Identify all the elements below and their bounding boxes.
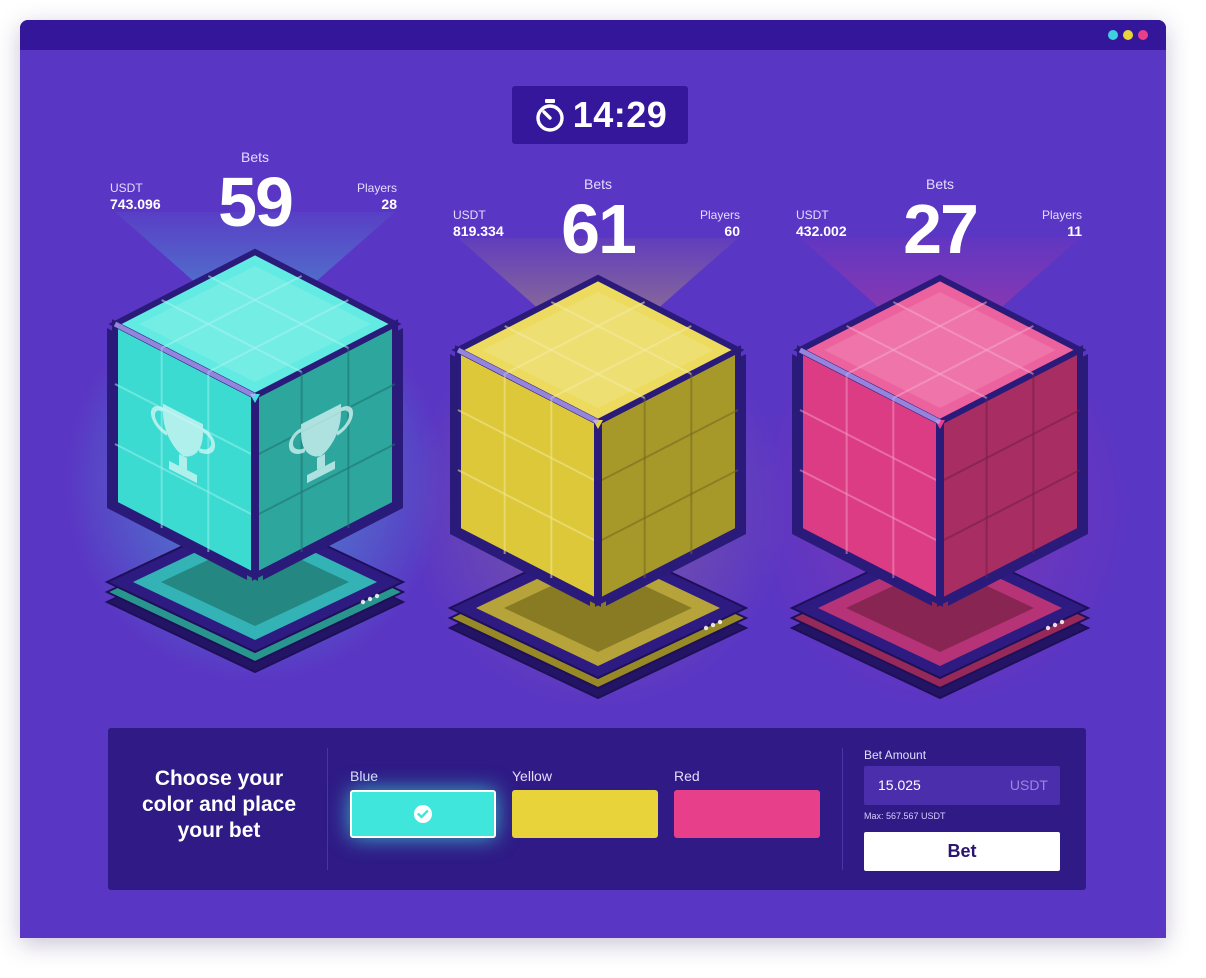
cube-blue-players: Players 28 <box>356 181 397 212</box>
bet-panel: Choose your color and place your bet Blu… <box>108 728 1086 890</box>
trophy-icon <box>289 403 353 484</box>
round-timer: 14:29 <box>512 86 688 144</box>
bet-amount-label: Bet Amount <box>864 748 927 762</box>
cube-red[interactable] <box>750 238 1130 708</box>
cube-yellow-usdt: USDT 819.334 <box>453 208 504 239</box>
cube-blue-usdt: USDT 743.096 <box>110 181 161 212</box>
cube-blue-bets-label: Bets <box>240 149 269 165</box>
option-label-red: Red <box>674 768 700 784</box>
color-option-red[interactable] <box>674 790 820 838</box>
option-label-yellow: Yellow <box>512 768 552 784</box>
cube-yellow-players: Players 60 <box>699 208 740 239</box>
color-option-blue[interactable] <box>350 790 496 838</box>
panel-divider-right <box>842 748 843 870</box>
choose-color-heading: Choose your color and place your bet <box>141 767 297 842</box>
title-bar <box>20 20 1166 50</box>
bet-amount-unit: USDT <box>1009 777 1048 793</box>
cube-red-bets-count: 27 <box>903 190 979 268</box>
bet-amount-value: 15.025 <box>878 777 921 793</box>
cube-red-usdt: USDT 432.002 <box>796 208 847 239</box>
place-bet-button[interactable]: Bet <box>864 832 1060 871</box>
stopwatch-icon <box>536 99 564 132</box>
option-label-blue: Blue <box>350 768 379 784</box>
panel-divider-left <box>327 748 328 870</box>
check-circle-icon <box>414 805 432 823</box>
trophy-icon <box>151 403 215 484</box>
bet-amount-input[interactable]: 15.025 USDT <box>864 766 1060 805</box>
window-dot-cyan[interactable] <box>1108 30 1118 40</box>
cube-red-bets-label: Bets <box>925 176 954 192</box>
color-option-yellow[interactable] <box>512 790 658 838</box>
cube-blue[interactable] <box>65 212 445 682</box>
cube-red-players: Players 11 <box>1041 208 1082 239</box>
game-window: 14:29 USDT 743.096 Bets 59 Players 28 USDT… <box>20 20 1166 938</box>
cube-yellow[interactable] <box>408 238 788 708</box>
max-bet-hint: Max: 567.567 USDT <box>864 811 946 821</box>
cube-blue-bets-count: 59 <box>218 163 294 241</box>
window-dot-yellow[interactable] <box>1123 30 1133 40</box>
window-dot-pink[interactable] <box>1138 30 1148 40</box>
cube-yellow-bets-count: 61 <box>561 190 637 268</box>
cube-yellow-bets-label: Bets <box>583 176 612 192</box>
timer-value: 14:29 <box>572 94 668 135</box>
